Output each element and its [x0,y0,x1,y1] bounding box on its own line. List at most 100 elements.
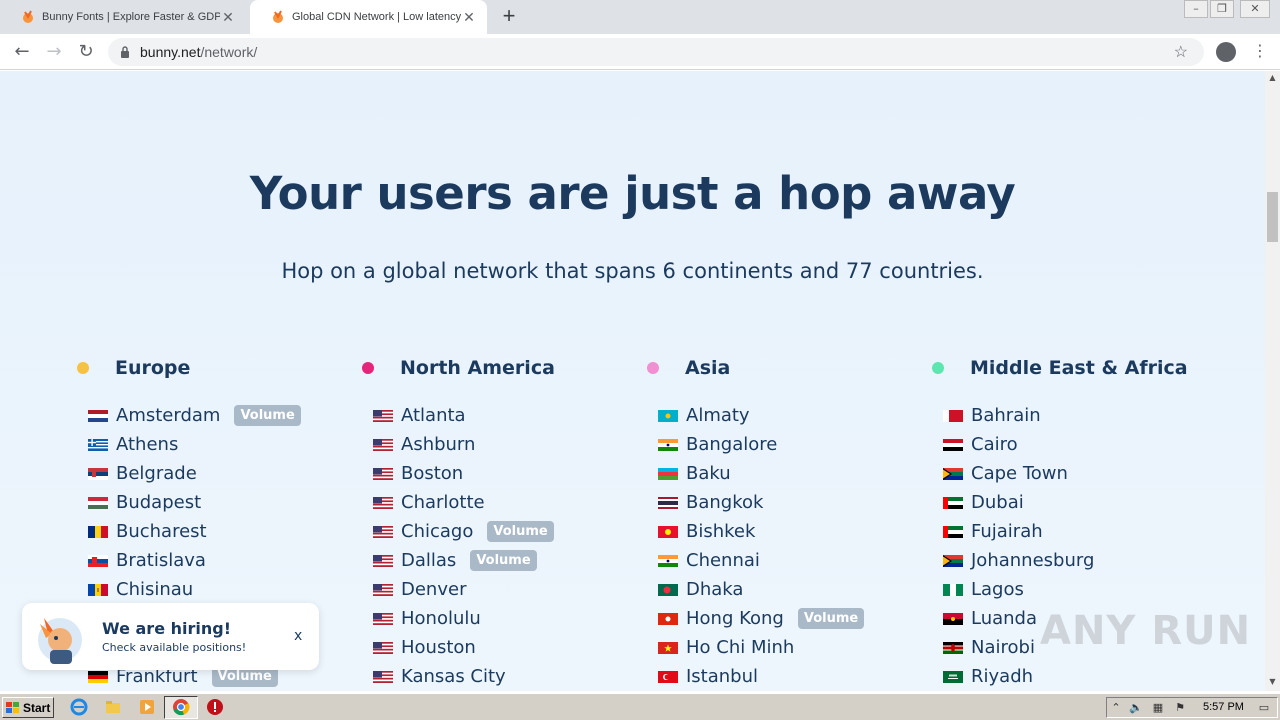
city-name: Baku [686,463,731,484]
city-list-item: Cape Town [931,459,1201,488]
city-name: Bahrain [971,405,1041,426]
tray-expand-icon[interactable]: ⌃ [1109,701,1123,715]
tab-title: Global CDN Network | Low latency CDN [292,11,461,23]
city-name: Lagos [971,579,1024,600]
flag-az-icon [658,467,678,480]
city-name: Budapest [116,492,202,513]
scroll-down-icon[interactable]: ▼ [1267,677,1278,687]
flag-bd-icon [658,583,678,596]
volume-icon[interactable]: 🔈 [1129,701,1143,715]
url-path: /network/ [200,44,258,60]
city-name: Amsterdam [116,405,221,426]
flag-tr-icon [658,670,678,683]
internet-explorer-icon[interactable] [70,698,88,716]
flag-us-icon [373,612,393,625]
address-bar[interactable]: bunny.net/network/ ☆ [108,38,1204,66]
scroll-up-icon[interactable]: ▲ [1267,73,1278,83]
url-host: bunny.net [140,44,201,60]
region-header: Asia [646,355,916,381]
city-list-item: Fujairah [931,517,1201,546]
region-column-asia: Asia Almaty Bangalore Baku Bangkok Bishkek Che… [646,355,916,691]
stop-app-icon[interactable] [206,698,224,716]
city-name: Atlanta [401,405,466,426]
city-name: Belgrade [116,463,197,484]
city-list-item: Belgrade [76,459,346,488]
city-list-item: Budapest [76,488,346,517]
volume-badge: Volume [234,405,301,426]
city-name: Bishkek [686,521,756,542]
hiring-close-icon[interactable]: x [294,628,302,644]
chrome-icon[interactable] [172,698,190,716]
city-name: Houston [401,637,476,658]
tab-close-icon[interactable]: ✕ [220,9,236,26]
city-name: Dubai [971,492,1024,513]
reload-icon[interactable]: ↻ [74,40,98,64]
flag-kg-icon [658,525,678,538]
flag-ae-icon [943,525,963,538]
hiring-subtitle[interactable]: Check available positions! [102,641,246,654]
flag-sa-icon [943,670,963,683]
minimize-icon[interactable]: – [1184,0,1208,18]
flag-icon[interactable]: ⚑ [1173,701,1187,715]
flag-sk-icon [88,554,108,567]
flag-us-icon [373,496,393,509]
city-list-item: Bangalore [646,430,916,459]
windows-logo-icon [6,701,19,713]
vertical-scrollbar[interactable] [1265,71,1280,691]
city-list-item: Dallas Volume [361,546,631,575]
city-name: Ashburn [401,434,476,455]
city-list-item: Boston [361,459,631,488]
close-window-icon[interactable]: ✕ [1240,0,1270,18]
city-list-item: Houston [361,633,631,662]
forward-icon[interactable]: → [42,40,66,64]
restore-icon[interactable]: ❐ [1210,0,1234,18]
city-name: Dallas [401,550,457,571]
city-list-item: Riyadh [931,662,1201,691]
city-list-item: Dubai [931,488,1201,517]
city-name: Chennai [686,550,760,571]
city-name: Bangalore [686,434,778,455]
region-title: Middle East & Africa [970,357,1188,379]
region-header: Europe [76,355,346,381]
city-list-item: Almaty [646,401,916,430]
flag-us-icon [373,438,393,451]
back-icon[interactable]: ← [10,40,34,64]
hiring-popup[interactable]: We are hiring! Check available positions… [22,603,319,670]
folder-icon[interactable] [104,698,122,716]
city-list-item: Bucharest [76,517,346,546]
city-list-item: Dhaka [646,575,916,604]
city-name: Denver [401,579,467,600]
system-tray: ⌃ 🔈 ▦ ⚑ 5:57 PM ▭ [1106,697,1278,718]
bookmark-star-icon[interactable]: ☆ [1174,42,1188,62]
city-name: Dhaka [686,579,744,600]
flag-rs-icon [88,467,108,480]
tab-global-cdn[interactable]: Global CDN Network | Low latency CDN ✕ [250,0,487,34]
city-name: Nairobi [971,637,1035,658]
flag-hk-icon [658,612,678,625]
city-list-item: Kansas City [361,662,631,691]
start-button[interactable]: Start [2,697,54,718]
flag-us-icon [373,525,393,538]
region-column-north-america: North America Atlanta Ashburn Boston Charlot… [361,355,631,691]
city-name: Chicago [401,521,474,542]
flag-md-icon [88,583,108,596]
tab-bunny-fonts[interactable]: Bunny Fonts | Explore Faster & GDPR ✕ [0,0,246,34]
city-name: Riyadh [971,666,1034,687]
profile-avatar-icon[interactable] [1216,42,1236,62]
city-list-item: Chicago Volume [361,517,631,546]
media-player-icon[interactable] [138,698,156,716]
flag-us-icon [373,554,393,567]
show-desktop-icon[interactable]: ▭ [1257,701,1271,715]
new-tab-button[interactable]: + [497,5,521,29]
browser-toolbar: ← → ↻ bunny.net/network/ ☆ [0,34,1280,70]
city-name: Ho Chi Minh [686,637,795,658]
scrollbar-thumb[interactable] [1267,192,1278,242]
city-list-item: Charlotte [361,488,631,517]
city-list-item: Bangkok [646,488,916,517]
menu-kebab-icon[interactable]: ⋮ [1252,40,1268,62]
flag-us-icon [373,670,393,683]
tab-close-icon[interactable]: ✕ [461,9,477,26]
city-name: Boston [401,463,464,484]
network-icon[interactable]: ▦ [1151,701,1165,715]
city-name: Charlotte [401,492,485,513]
